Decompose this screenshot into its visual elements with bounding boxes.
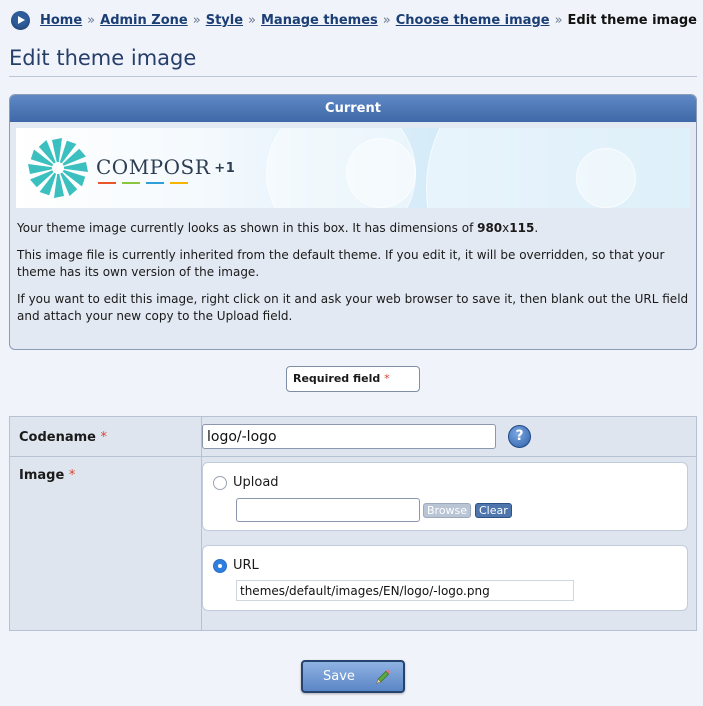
dimensions-text: Your theme image currently looks as show… bbox=[17, 221, 539, 235]
edit-form: Codename * ? Image * Upload Browse Clear… bbox=[9, 416, 697, 631]
upload-radio[interactable] bbox=[213, 476, 227, 490]
inherit-note: This image file is currently inherited f… bbox=[17, 248, 665, 279]
upload-file-field[interactable] bbox=[236, 498, 420, 522]
codename-label: Codename * bbox=[10, 417, 202, 456]
image-label: Image * bbox=[10, 457, 202, 630]
browse-button[interactable]: Browse bbox=[423, 503, 472, 518]
breadcrumb-link-home[interactable]: Home bbox=[40, 13, 82, 28]
breadcrumb-separator: » bbox=[87, 13, 96, 28]
pencil-icon bbox=[376, 669, 391, 684]
required-field-legend: Required field * bbox=[286, 366, 420, 392]
upload-label[interactable]: Upload bbox=[233, 475, 279, 490]
breadcrumb-link-style[interactable]: Style bbox=[206, 13, 243, 28]
breadcrumb-link-choose-theme-image[interactable]: Choose theme image bbox=[396, 13, 550, 28]
breadcrumb-separator: » bbox=[382, 13, 391, 28]
help-icon[interactable]: ? bbox=[508, 425, 531, 448]
breadcrumb-separator: » bbox=[248, 13, 256, 28]
save-button[interactable]: Save bbox=[301, 660, 405, 693]
url-radio[interactable] bbox=[213, 559, 227, 573]
logo-text: COMPOSR bbox=[96, 155, 211, 179]
url-input[interactable] bbox=[236, 580, 574, 601]
logo-color-underline bbox=[98, 182, 188, 184]
breadcrumb-current: Edit theme image bbox=[567, 13, 697, 28]
upload-option: Upload Browse Clear bbox=[202, 462, 688, 531]
breadcrumb: Home » Admin Zone » Style » Manage theme… bbox=[10, 11, 697, 30]
breadcrumb-link-admin-zone[interactable]: Admin Zone bbox=[100, 13, 188, 28]
save-button-label: Save bbox=[323, 669, 355, 684]
breadcrumb-link-manage-themes[interactable]: Manage themes bbox=[261, 13, 378, 28]
logo-suffix: +1 bbox=[214, 161, 236, 176]
image-row: Image * Upload Browse Clear URL bbox=[10, 457, 696, 630]
clear-button[interactable]: Clear bbox=[475, 503, 512, 518]
required-marker: * bbox=[100, 430, 108, 445]
breadcrumb-separator: » bbox=[192, 13, 201, 28]
theme-image-preview[interactable]: COMPOSR +1 bbox=[16, 128, 690, 208]
breadcrumb-separator: » bbox=[554, 13, 563, 28]
current-panel-text: Your theme image currently looks as show… bbox=[10, 220, 696, 325]
current-panel-heading: Current bbox=[10, 95, 696, 122]
codename-input[interactable] bbox=[202, 424, 496, 449]
page-title: Edit theme image bbox=[9, 46, 697, 77]
current-image-panel: Current COMPOSR +1 Your theme image curr… bbox=[9, 94, 697, 350]
required-marker: * bbox=[68, 468, 76, 483]
edit-note: If you want to edit this image, right cl… bbox=[17, 292, 689, 323]
codename-row: Codename * ? bbox=[10, 417, 696, 457]
composr-logo-icon bbox=[28, 138, 88, 198]
logo-wordmark: COMPOSR +1 bbox=[96, 155, 235, 179]
url-label[interactable]: URL bbox=[233, 558, 259, 573]
breadcrumb-arrow-icon bbox=[10, 11, 30, 30]
url-option: URL bbox=[202, 545, 688, 611]
required-marker: * bbox=[384, 372, 390, 385]
